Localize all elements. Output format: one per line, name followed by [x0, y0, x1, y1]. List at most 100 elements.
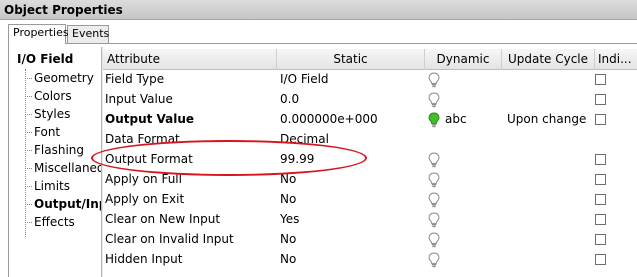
indirect-cell: [595, 170, 637, 189]
attribute-cell: Apply on Exit: [105, 192, 185, 206]
tab-events[interactable]: Events: [67, 25, 109, 43]
lightbulb-icon[interactable]: [428, 112, 440, 128]
table-row[interactable]: Input Value 0.0: [103, 90, 637, 109]
lightbulb-icon[interactable]: [428, 152, 440, 168]
table-row[interactable]: Apply on Full No: [103, 170, 637, 189]
lightbulb-icon[interactable]: [428, 212, 440, 228]
column-header-indirect[interactable]: Indi...: [595, 49, 637, 70]
update-cycle-cell[interactable]: [507, 250, 595, 269]
attribute-cell: Clear on New Input: [105, 212, 221, 226]
indirect-cell: [595, 230, 637, 249]
table-row[interactable]: Clear on New Input Yes: [103, 210, 637, 229]
attribute-cell: Output Value: [105, 112, 195, 126]
update-cycle-cell[interactable]: [507, 70, 595, 89]
static-value-cell[interactable]: 0.000000e+000: [280, 110, 425, 129]
tree-item[interactable]: Effects: [25, 213, 75, 231]
column-header-dynamic[interactable]: Dynamic: [425, 49, 502, 70]
update-cycle-cell[interactable]: [507, 150, 595, 169]
dynamic-cell[interactable]: [428, 190, 502, 209]
lightbulb-icon[interactable]: [428, 172, 440, 188]
update-cycle-cell[interactable]: [507, 210, 595, 229]
lightbulb-icon[interactable]: [428, 92, 440, 108]
table-header: Attribute Static Dynamic Update Cycle In…: [103, 49, 637, 70]
table-row[interactable]: Apply on Exit No: [103, 190, 637, 209]
checkbox-icon[interactable]: [595, 94, 606, 105]
update-cycle-cell[interactable]: [507, 230, 595, 249]
update-cycle-cell[interactable]: [507, 190, 595, 209]
tree-item[interactable]: Output/Inp: [25, 195, 101, 213]
tree-item[interactable]: Miscellaneo: [25, 159, 101, 177]
dynamic-cell[interactable]: abc: [428, 110, 502, 129]
dynamic-cell[interactable]: [428, 170, 502, 189]
tree-root-io-field[interactable]: I/O Field: [17, 52, 73, 66]
static-value-cell[interactable]: 99.99: [280, 150, 425, 169]
indirect-cell: [595, 250, 637, 269]
update-cycle-cell[interactable]: [507, 90, 595, 109]
update-cycle-cell[interactable]: [507, 170, 595, 189]
attribute-cell: Input Value: [105, 92, 173, 106]
dynamic-value: abc: [445, 112, 467, 126]
dynamic-cell[interactable]: [428, 130, 502, 149]
column-header-attribute[interactable]: Attribute: [103, 49, 277, 70]
indirect-cell: [595, 190, 637, 209]
dynamic-cell[interactable]: [428, 210, 502, 229]
table-row[interactable]: Clear on Invalid Input No: [103, 230, 637, 249]
update-cycle-cell[interactable]: Upon change: [507, 110, 595, 129]
indirect-cell: [595, 210, 637, 229]
indirect-cell: [595, 70, 637, 89]
lightbulb-icon[interactable]: [428, 232, 440, 248]
attribute-cell: Output Format: [105, 152, 193, 166]
static-value-cell[interactable]: I/O Field: [280, 70, 425, 89]
indirect-cell: [595, 110, 637, 129]
checkbox-icon[interactable]: [595, 214, 606, 225]
attribute-table: Attribute Static Dynamic Update Cycle In…: [103, 49, 637, 277]
attribute-cell: Hidden Input: [105, 252, 183, 266]
checkbox-icon[interactable]: [595, 74, 606, 85]
dynamic-cell[interactable]: [428, 150, 502, 169]
checkbox-icon[interactable]: [595, 174, 606, 185]
checkbox-icon[interactable]: [595, 234, 606, 245]
property-tree: I/O Field Geometry Colors Styles Font Flashi…: [9, 47, 101, 277]
dynamic-cell[interactable]: [428, 90, 502, 109]
tree-item[interactable]: Geometry: [25, 69, 94, 87]
static-value-cell[interactable]: Decimal: [280, 130, 425, 149]
indirect-cell: [595, 90, 637, 109]
lightbulb-icon[interactable]: [428, 252, 440, 268]
attribute-cell: Clear on Invalid Input: [105, 232, 234, 246]
table-row[interactable]: Hidden Input No: [103, 250, 637, 269]
window-title: Object Properties: [0, 0, 637, 20]
tree-item[interactable]: Font: [25, 123, 60, 141]
tree-item[interactable]: Limits: [25, 177, 70, 195]
attribute-cell: Field Type: [105, 72, 165, 86]
dynamic-cell[interactable]: [428, 230, 502, 249]
dynamic-cell[interactable]: [428, 70, 502, 89]
checkbox-icon[interactable]: [595, 154, 606, 165]
dynamic-cell[interactable]: [428, 250, 502, 269]
static-value-cell[interactable]: No: [280, 230, 425, 249]
checkbox-icon[interactable]: [595, 194, 606, 205]
column-header-update-cycle[interactable]: Update Cycle: [502, 49, 595, 70]
static-value-cell[interactable]: No: [280, 170, 425, 189]
tree-item[interactable]: Flashing: [25, 141, 84, 159]
update-cycle-cell[interactable]: [507, 130, 595, 149]
checkbox-icon[interactable]: [595, 114, 606, 125]
tab-properties[interactable]: Properties: [8, 24, 69, 44]
static-value-cell[interactable]: No: [280, 190, 425, 209]
table-row[interactable]: Output Format 99.99: [103, 150, 637, 169]
lightbulb-icon[interactable]: [428, 192, 440, 208]
tree-item[interactable]: Styles: [25, 105, 70, 123]
checkbox-icon[interactable]: [595, 254, 606, 265]
indirect-cell: [595, 130, 637, 149]
static-value-cell[interactable]: No: [280, 250, 425, 269]
column-header-static[interactable]: Static: [277, 49, 425, 70]
attribute-cell: Apply on Full: [105, 172, 182, 186]
static-value-cell[interactable]: Yes: [280, 210, 425, 229]
tree-item[interactable]: Colors: [25, 87, 72, 105]
lightbulb-icon[interactable]: [428, 72, 440, 88]
table-row[interactable]: Field Type I/O Field: [103, 70, 637, 89]
table-row[interactable]: Data Format Decimal: [103, 130, 637, 149]
attribute-cell: Data Format: [105, 132, 180, 146]
static-value-cell[interactable]: 0.0: [280, 90, 425, 109]
table-row[interactable]: Output Value 0.000000e+000 abc Upon change: [103, 110, 637, 129]
indirect-cell: [595, 150, 637, 169]
